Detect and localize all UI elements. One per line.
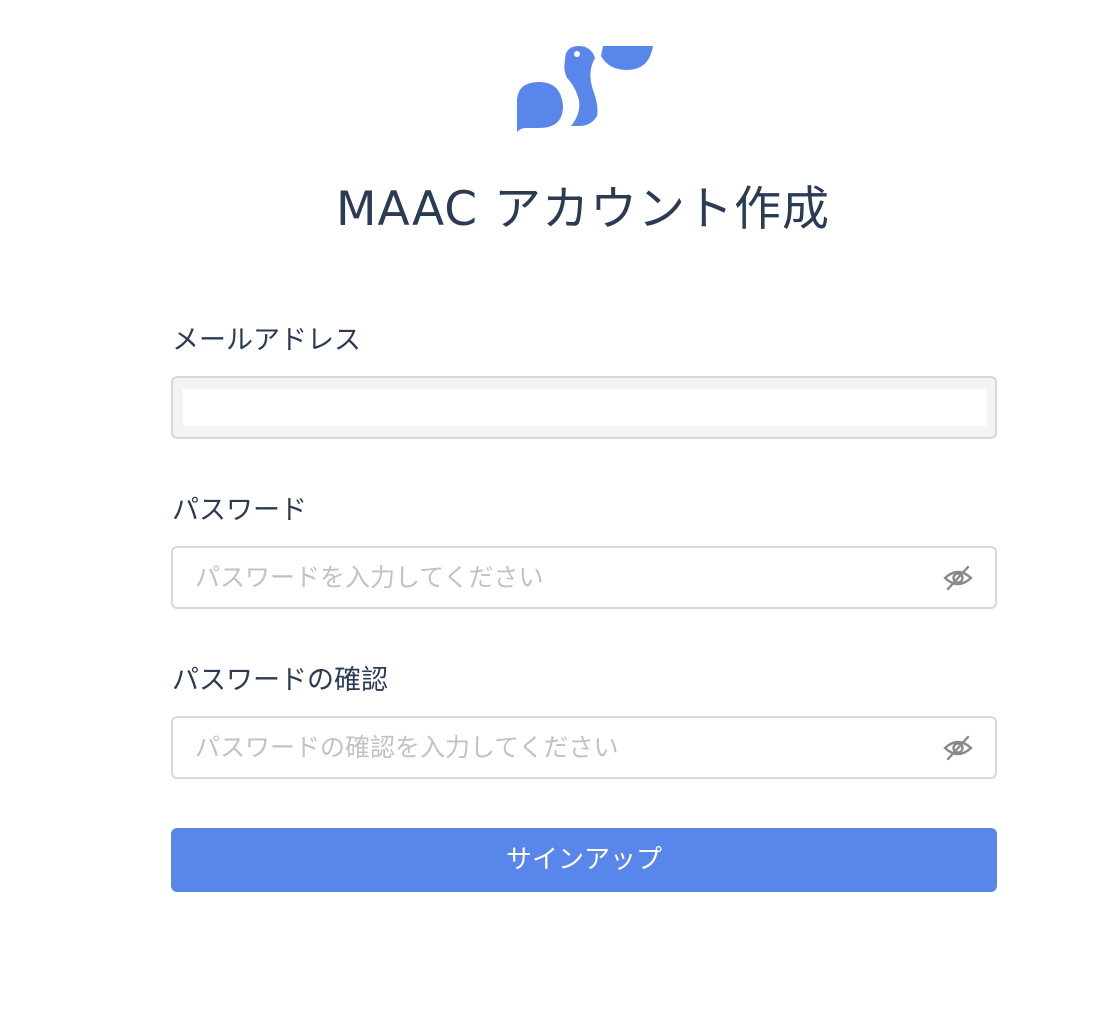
email-label: メールアドレス: [172, 325, 361, 356]
pelican-logo-icon: [517, 46, 653, 132]
password-label: パスワード: [172, 495, 307, 526]
email-input-area[interactable]: [183, 389, 987, 426]
signup-button[interactable]: サインアップ: [171, 828, 997, 892]
password-confirm-input[interactable]: [195, 718, 925, 777]
password-confirm-label: パスワードの確認: [172, 665, 388, 696]
password-input[interactable]: [195, 548, 925, 607]
email-field[interactable]: [171, 376, 997, 439]
password-field[interactable]: [171, 546, 997, 609]
password-confirm-field[interactable]: [171, 716, 997, 779]
eye-off-icon[interactable]: [943, 564, 973, 592]
email-input[interactable]: [189, 389, 979, 426]
page-title: MAAC アカウント作成: [335, 182, 831, 237]
eye-off-icon[interactable]: [943, 734, 973, 762]
